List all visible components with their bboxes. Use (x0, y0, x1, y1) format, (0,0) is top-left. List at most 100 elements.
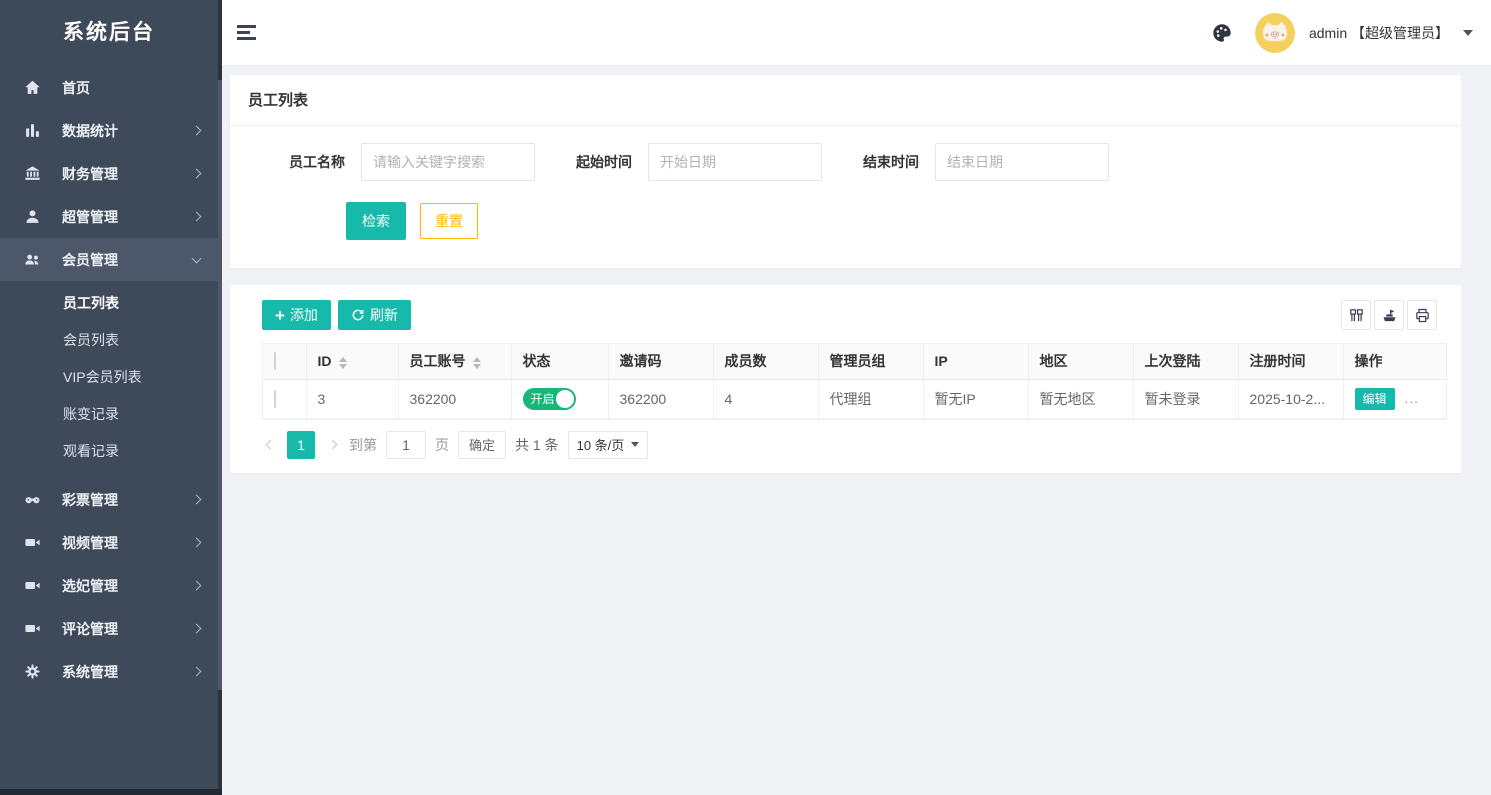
end-date-input[interactable] (935, 143, 1109, 181)
total-count-label: 共 1 条 (515, 435, 559, 455)
filter-columns-button[interactable] (1341, 300, 1371, 330)
table-tool-icons (1341, 300, 1437, 330)
app-screen: 系统后台 首页 数据统计 财务管理 超管管理 (0, 0, 1491, 795)
start-date-input[interactable] (648, 143, 822, 181)
sidebar-item-video[interactable]: 视频管理 (0, 521, 218, 564)
sidebar-item-label: 评论管理 (62, 619, 193, 639)
status-toggle-label: 开启 (531, 390, 555, 407)
status-toggle[interactable]: 开启 (523, 388, 576, 410)
user-avatar[interactable] (1255, 13, 1295, 53)
header-admin-group: 管理员组 (818, 344, 923, 379)
cell-admin-group: 代理组 (818, 379, 923, 418)
horizontal-scrollbar[interactable] (0, 789, 222, 795)
sidebar-subitem-member-list[interactable]: 会员列表 (0, 322, 218, 359)
table-toolbar: + 添加 刷新 (262, 300, 1437, 330)
sidebar-item-label: 财务管理 (62, 164, 193, 184)
lottery-icon (24, 491, 41, 508)
cell-status: 开启 (511, 379, 608, 418)
staff-name-input[interactable] (361, 143, 535, 181)
page-number-active[interactable]: 1 (287, 431, 315, 459)
start-time-label: 起始时间 (570, 152, 632, 172)
sidebar-item-finance[interactable]: 财务管理 (0, 152, 218, 195)
members-submenu: 员工列表 会员列表 VIP会员列表 账变记录 观看记录 (0, 281, 218, 478)
chevron-right-icon (327, 440, 337, 450)
users-icon (24, 251, 41, 268)
home-icon (24, 79, 41, 96)
select-all-checkbox[interactable] (274, 352, 276, 370)
theme-palette-icon[interactable] (1211, 22, 1233, 44)
page-size-value: 10 条/页 (577, 435, 625, 454)
chevron-down-icon (192, 253, 202, 263)
chevron-right-icon (192, 169, 202, 179)
cell-invite-code: 362200 (608, 379, 713, 418)
staff-name-label: 员工名称 (283, 152, 345, 172)
sidebar-subitem-vip-member-list[interactable]: VIP会员列表 (0, 359, 218, 396)
app-logo: 系统后台 (0, 0, 218, 66)
caret-down-icon[interactable] (1463, 30, 1473, 36)
sidebar-subitem-watch-log[interactable]: 观看记录 (0, 433, 218, 470)
refresh-button[interactable]: 刷新 (338, 300, 411, 330)
bar-chart-icon (24, 122, 41, 139)
add-button[interactable]: + 添加 (262, 300, 331, 330)
search-button[interactable]: 检索 (346, 202, 406, 240)
staff-name-group: 员工名称 (283, 143, 535, 181)
refresh-button-label: 刷新 (370, 305, 398, 325)
sidebar-item-statistics[interactable]: 数据统计 (0, 109, 218, 152)
sort-icon[interactable] (339, 357, 347, 369)
cell-id: 3 (306, 379, 398, 418)
page-size-select[interactable]: 10 条/页 (568, 431, 649, 459)
cell-register-time: 2025-10-2... (1238, 379, 1343, 418)
header-actions: 操作 (1343, 344, 1446, 379)
sidebar-item-label: 超管管理 (62, 207, 193, 227)
more-actions[interactable]: ... (1404, 390, 1419, 406)
reset-button[interactable]: 重置 (420, 203, 478, 239)
sidebar-item-label: 系统管理 (62, 662, 193, 682)
user-menu-label[interactable]: admin 【超级管理员】 (1309, 23, 1449, 43)
video-camera-icon (24, 534, 41, 551)
table-header-row: ID 员工账号 状态 邀请码 成员数 管理员组 IP 地区 上次登陆 注册时间 … (263, 344, 1446, 379)
sidebar-item-members[interactable]: 会员管理 (0, 238, 218, 281)
sidebar-subitem-account-change-log[interactable]: 账变记录 (0, 396, 218, 433)
topbar: admin 【超级管理员】 (222, 0, 1491, 66)
header-id[interactable]: ID (306, 344, 398, 379)
goto-confirm-button[interactable]: 确定 (458, 431, 506, 459)
sidebar-item-label: 选妃管理 (62, 576, 193, 596)
sidebar-item-home[interactable]: 首页 (0, 66, 218, 109)
user-icon (24, 208, 41, 225)
chevron-right-icon (192, 126, 202, 136)
sidebar-item-label: 视频管理 (62, 533, 193, 553)
sidebar: 系统后台 首页 数据统计 财务管理 超管管理 (0, 0, 218, 795)
sidebar-subitem-staff-list[interactable]: 员工列表 (0, 285, 218, 322)
sidebar-item-label: 数据统计 (62, 121, 193, 141)
goto-page-input[interactable] (386, 431, 426, 459)
sidebar-item-concubine[interactable]: 选妃管理 (0, 564, 218, 607)
table-row: 3 362200 开启 362200 4 代理组 暂无IP (263, 379, 1446, 418)
print-button[interactable] (1407, 300, 1437, 330)
sort-icon[interactable] (473, 357, 481, 369)
header-region: 地区 (1028, 344, 1133, 379)
sidebar-item-system[interactable]: 系统管理 (0, 650, 218, 693)
hamburger-menu-icon[interactable] (237, 25, 256, 41)
next-page-button[interactable] (324, 431, 340, 459)
sidebar-item-lottery[interactable]: 彩票管理 (0, 478, 218, 521)
video-camera-icon (24, 577, 41, 594)
end-time-label: 结束时间 (857, 152, 919, 172)
page-title: 员工列表 (230, 75, 1461, 126)
end-time-group: 结束时间 (857, 143, 1109, 181)
prev-page-button[interactable] (262, 431, 278, 459)
header-account[interactable]: 员工账号 (398, 344, 511, 379)
video-camera-icon (24, 620, 41, 637)
edit-button[interactable]: 编辑 (1355, 388, 1395, 410)
sidebar-item-comments[interactable]: 评论管理 (0, 607, 218, 650)
page-unit-label: 页 (435, 435, 449, 455)
export-icon (1381, 307, 1398, 324)
gear-icon (24, 663, 41, 680)
chevron-right-icon (192, 212, 202, 222)
export-button[interactable] (1374, 300, 1404, 330)
chevron-right-icon (192, 538, 202, 548)
search-card: 员工列表 员工名称 起始时间 结束时间 检索 重置 (230, 75, 1461, 268)
sidebar-item-superadmin[interactable]: 超管管理 (0, 195, 218, 238)
row-checkbox[interactable] (274, 390, 276, 408)
header-checkbox-cell (263, 344, 306, 379)
header-last-login: 上次登陆 (1133, 344, 1238, 379)
